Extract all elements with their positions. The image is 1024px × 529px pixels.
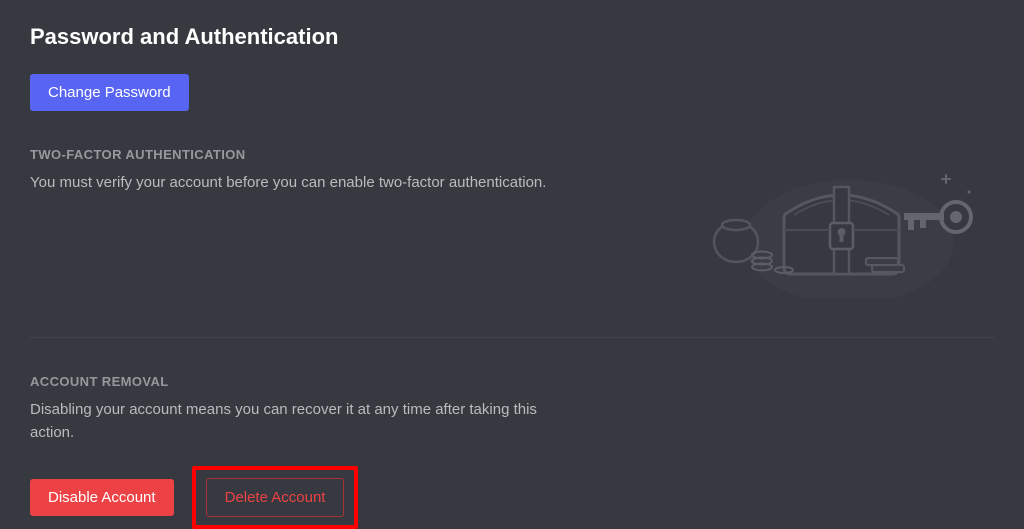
account-removal-description: Disabling your account means you can rec… xyxy=(30,399,550,444)
delete-account-highlight: Delete Account xyxy=(192,466,359,529)
account-removal-header: ACCOUNT REMOVAL xyxy=(30,374,994,389)
section-divider xyxy=(30,337,994,338)
two-factor-description: You must verify your account before you … xyxy=(30,172,550,195)
account-removal-section: ACCOUNT REMOVAL Disabling your account m… xyxy=(30,374,994,529)
disable-account-button[interactable]: Disable Account xyxy=(30,479,174,516)
delete-account-button[interactable]: Delete Account xyxy=(206,478,345,517)
page-title: Password and Authentication xyxy=(30,24,994,50)
two-factor-header: TWO-FACTOR AUTHENTICATION xyxy=(30,147,670,162)
treasure-chest-illustration xyxy=(694,147,994,297)
two-factor-section: TWO-FACTOR AUTHENTICATION You must verif… xyxy=(30,147,994,297)
change-password-button[interactable]: Change Password xyxy=(30,74,189,111)
